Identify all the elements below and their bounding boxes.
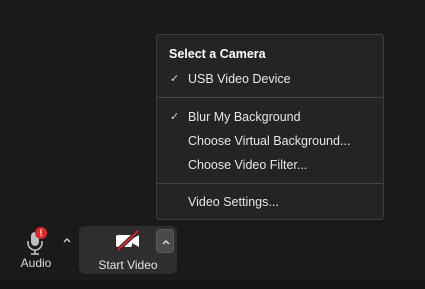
menu-item-blur-background[interactable]: ✓ Blur My Background (157, 106, 383, 128)
camera-menu: Select a Camera ✓ USB Video Device ✓ Blu… (156, 34, 384, 220)
check-icon: ✓ (170, 111, 180, 123)
menu-item-video-filter[interactable]: Choose Video Filter... (157, 154, 383, 176)
menu-item-label: Choose Video Filter... (188, 158, 308, 172)
menu-item-label: USB Video Device (188, 72, 291, 86)
bottom-bar (0, 281, 425, 289)
menu-item-virtual-background[interactable]: Choose Virtual Background... (157, 130, 383, 152)
audio-button[interactable]: ! Audio (14, 226, 58, 274)
menu-item-label: Blur My Background (188, 110, 301, 124)
audio-options-caret-icon[interactable] (62, 236, 72, 244)
meeting-window: Select a Camera ✓ USB Video Device ✓ Blu… (0, 0, 425, 289)
menu-separator (157, 97, 383, 98)
audio-label: Audio (20, 256, 52, 270)
check-icon: ✓ (170, 73, 180, 85)
video-options-caret-button[interactable] (156, 229, 174, 253)
menu-item-usb-video-device[interactable]: ✓ USB Video Device (157, 68, 383, 90)
camera-off-icon (116, 230, 140, 252)
menu-header: Select a Camera (169, 47, 266, 61)
start-video-label: Start Video (98, 258, 158, 272)
chevron-up-icon (162, 240, 170, 245)
menu-item-video-settings[interactable]: Video Settings... (157, 191, 383, 213)
warning-badge: ! (35, 227, 47, 239)
menu-separator (157, 183, 383, 184)
menu-item-label: Choose Virtual Background... (188, 134, 351, 148)
menu-item-label: Video Settings... (188, 195, 279, 209)
